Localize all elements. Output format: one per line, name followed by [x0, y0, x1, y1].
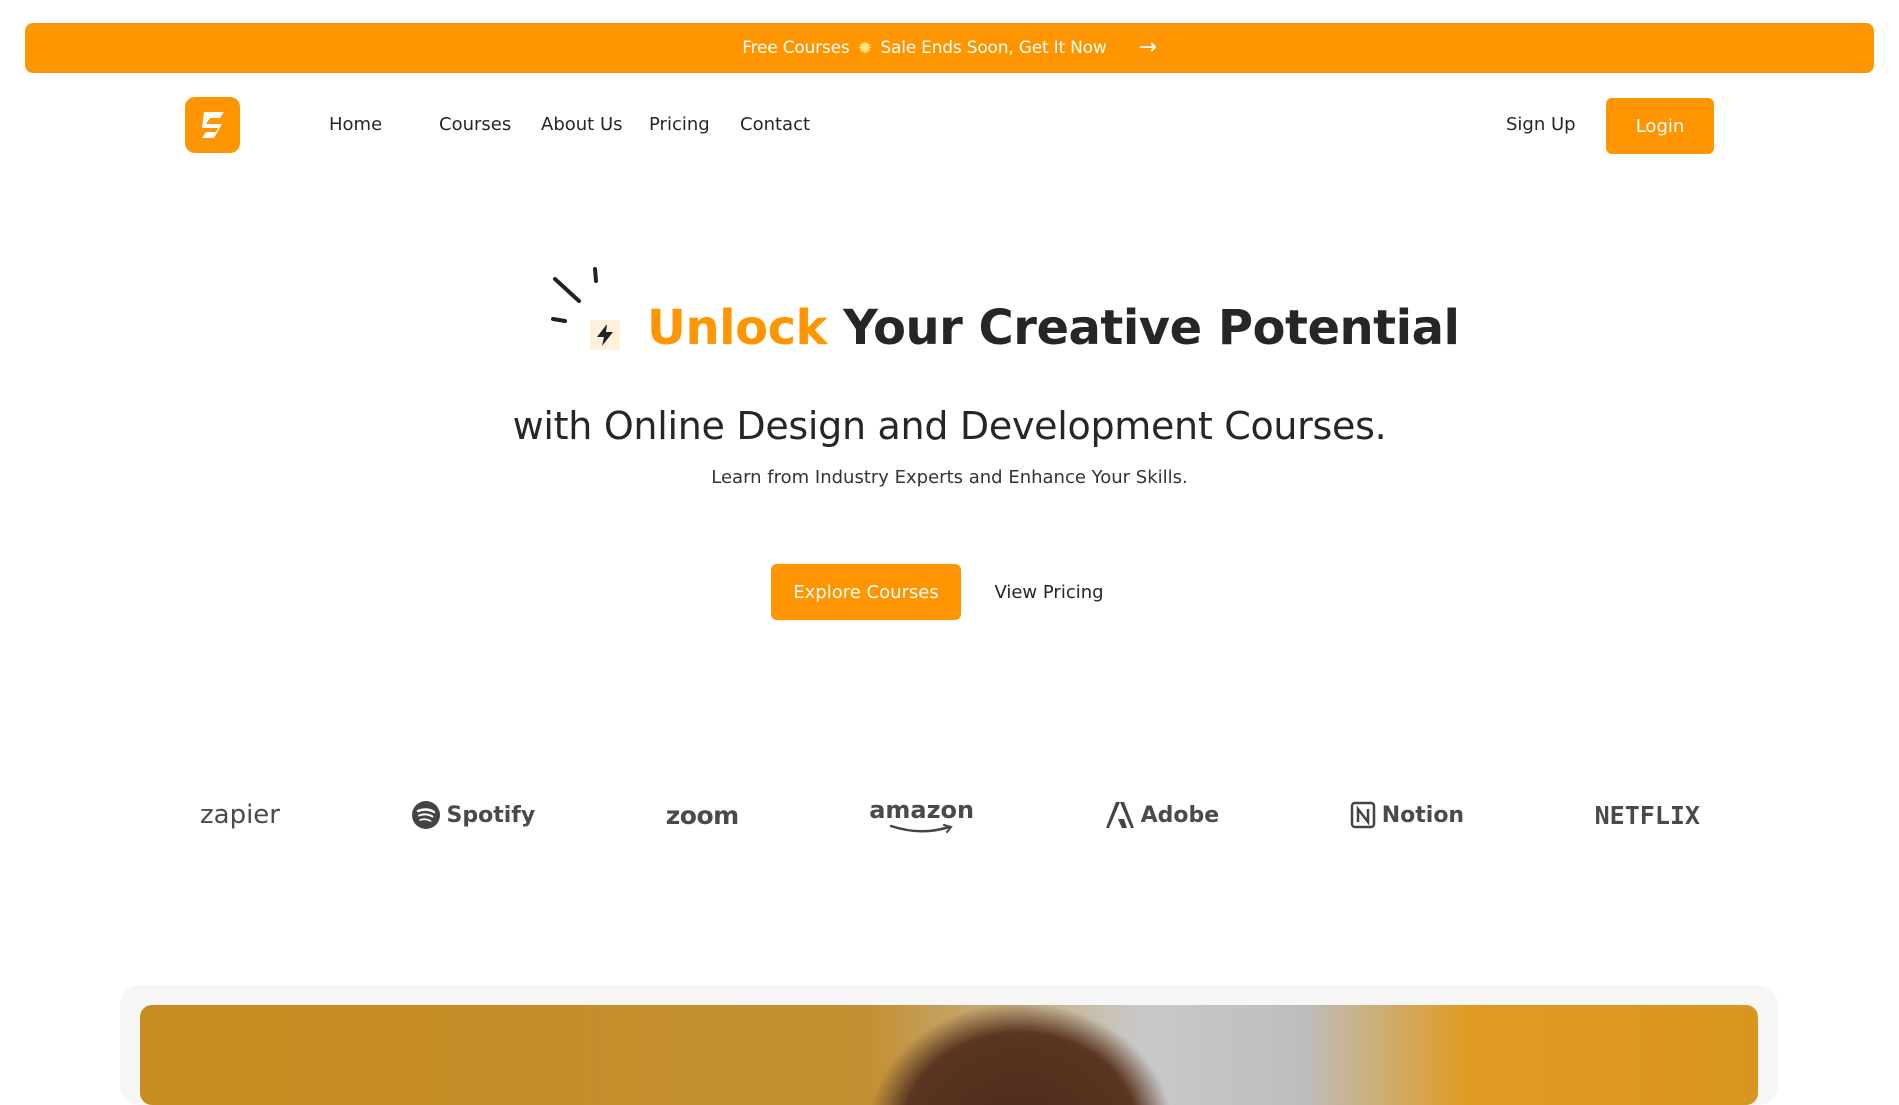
view-pricing-button[interactable]: View Pricing — [978, 564, 1120, 620]
amazon-wordmark: amazon — [869, 796, 975, 824]
login-button[interactable]: Login — [1606, 98, 1714, 154]
site-logo[interactable] — [185, 97, 240, 153]
hero-subtitle: with Online Design and Development Cours… — [512, 404, 1387, 448]
person-hair-image — [870, 1005, 1170, 1105]
sign-up-link[interactable]: Sign Up — [1506, 114, 1576, 135]
hero-title-rest: Your Creative Potential — [843, 300, 1460, 356]
notion-icon — [1350, 801, 1375, 829]
promo-banner[interactable]: Free Courses ✹ Sale Ends Soon, Get It No… — [25, 23, 1874, 73]
explore-courses-button[interactable]: Explore Courses — [771, 564, 961, 620]
netflix-wordmark: NETFLIX — [1594, 800, 1700, 830]
adobe-icon — [1105, 802, 1134, 828]
adobe-wordmark: Adobe — [1140, 802, 1220, 828]
notion-wordmark: Notion — [1381, 802, 1465, 828]
arrow-right-icon[interactable]: → — [1139, 37, 1157, 59]
nav-home[interactable]: Home — [329, 114, 382, 135]
promo-text-sale: Sale Ends Soon, Get It Now — [880, 38, 1107, 58]
nav-about-us[interactable]: About Us — [541, 114, 623, 135]
sun-icon: ✹ — [857, 37, 873, 59]
nav-contact[interactable]: Contact — [740, 114, 810, 135]
nav-courses[interactable]: Courses — [439, 114, 511, 135]
adobe-logo: Adobe — [1105, 801, 1220, 829]
hero-description: Learn from Industry Experts and Enhance … — [711, 467, 1188, 488]
zoom-logo: zoom — [666, 801, 739, 830]
amazon-logo: amazon — [869, 796, 974, 834]
zapier-logo: zapier — [200, 800, 280, 830]
spotify-wordmark: Spotify — [446, 802, 536, 828]
notion-logo: Notion — [1350, 801, 1464, 829]
amazon-smile-icon — [889, 824, 953, 833]
zoom-wordmark: zoom — [665, 800, 739, 830]
hero-title-accent: Unlock — [647, 300, 827, 356]
spotify-icon — [411, 801, 440, 829]
netflix-logo: NETFLIX — [1595, 801, 1700, 830]
logo-icon — [201, 112, 224, 138]
lightning-icon — [590, 320, 620, 350]
hero-title: Unlock Your Creative Potential — [647, 300, 1460, 356]
zapier-wordmark: zapier — [200, 800, 280, 830]
brand-logos: zapier Spotify zoom amazon Adobe Notion — [200, 790, 1700, 840]
nav-pricing[interactable]: Pricing — [649, 114, 710, 135]
promo-text-free: Free Courses — [742, 38, 850, 58]
spotify-logo: Spotify — [411, 800, 536, 830]
hero-image — [140, 1005, 1758, 1105]
